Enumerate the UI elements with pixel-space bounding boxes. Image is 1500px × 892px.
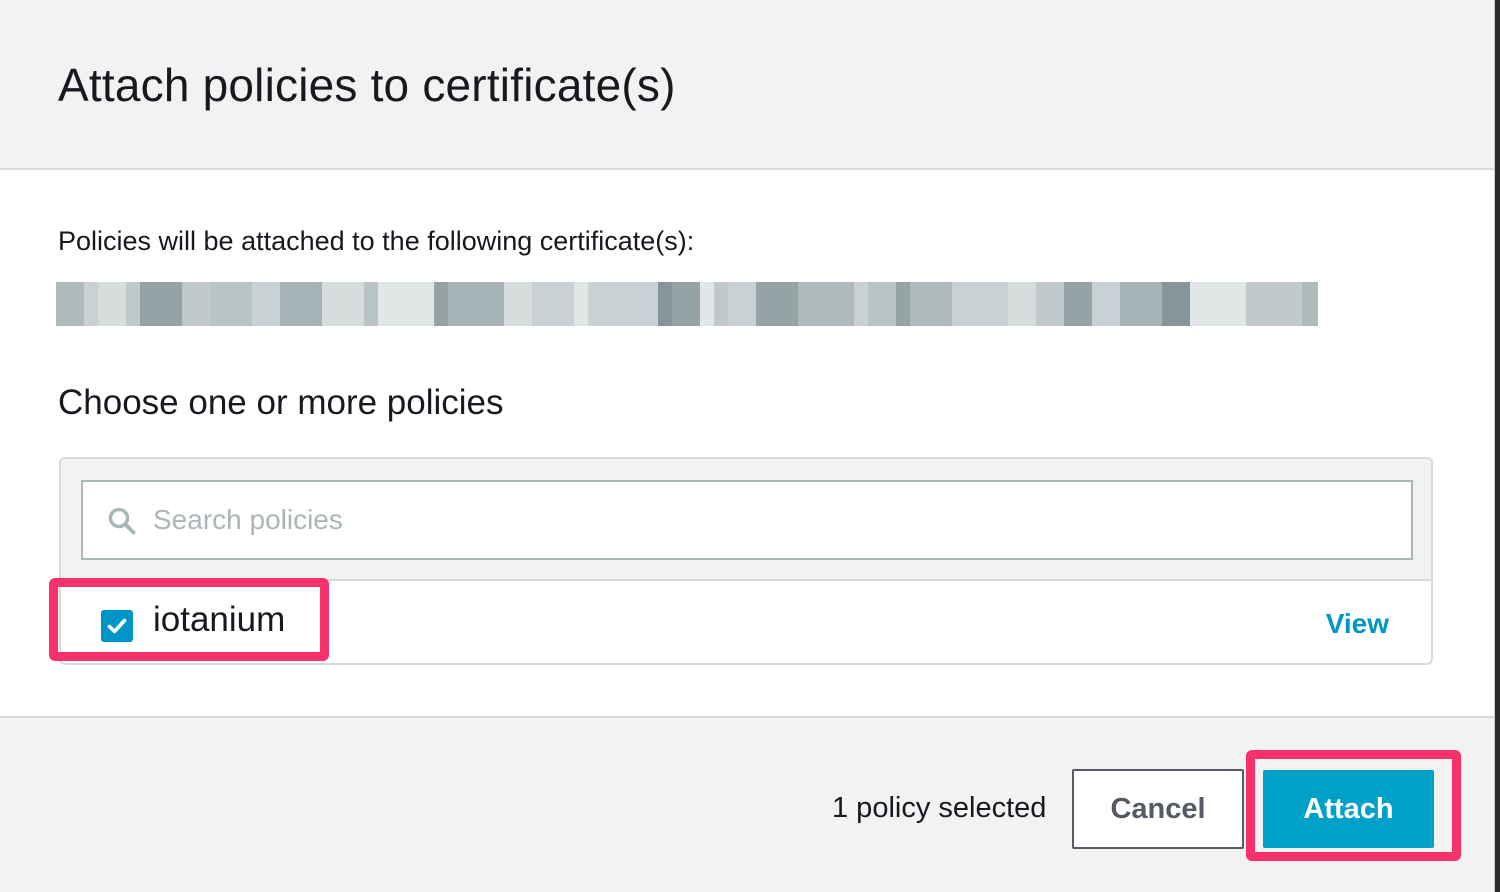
policy-checkbox[interactable] xyxy=(101,610,133,642)
policy-row[interactable]: iotanium View xyxy=(61,581,1431,663)
policy-selector: iotanium View xyxy=(59,457,1433,665)
attach-button[interactable]: Attach xyxy=(1263,770,1434,848)
dialog-header: Attach policies to certificate(s) xyxy=(0,0,1494,170)
policies-heading: Choose one or more policies xyxy=(58,383,504,422)
search-box[interactable] xyxy=(81,480,1413,560)
policy-name: iotanium xyxy=(153,600,286,639)
selection-status: 1 policy selected xyxy=(832,792,1047,824)
search-icon xyxy=(108,507,136,535)
dialog-body: Policies will be attached to the followi… xyxy=(0,170,1494,716)
checkmark-icon xyxy=(107,618,127,634)
attach-policies-dialog: Attach policies to certificate(s) Polici… xyxy=(0,0,1495,892)
search-policies-input[interactable] xyxy=(153,482,1393,558)
dialog-footer: 1 policy selected Cancel Attach xyxy=(0,716,1494,892)
certificate-intro-text: Policies will be attached to the followi… xyxy=(58,226,695,256)
redacted-certificate-id xyxy=(56,282,1318,326)
cancel-button[interactable]: Cancel xyxy=(1072,769,1244,849)
dialog-title: Attach policies to certificate(s) xyxy=(58,59,676,111)
view-policy-link[interactable]: View xyxy=(1326,608,1389,640)
policy-filter-bar xyxy=(61,459,1431,581)
